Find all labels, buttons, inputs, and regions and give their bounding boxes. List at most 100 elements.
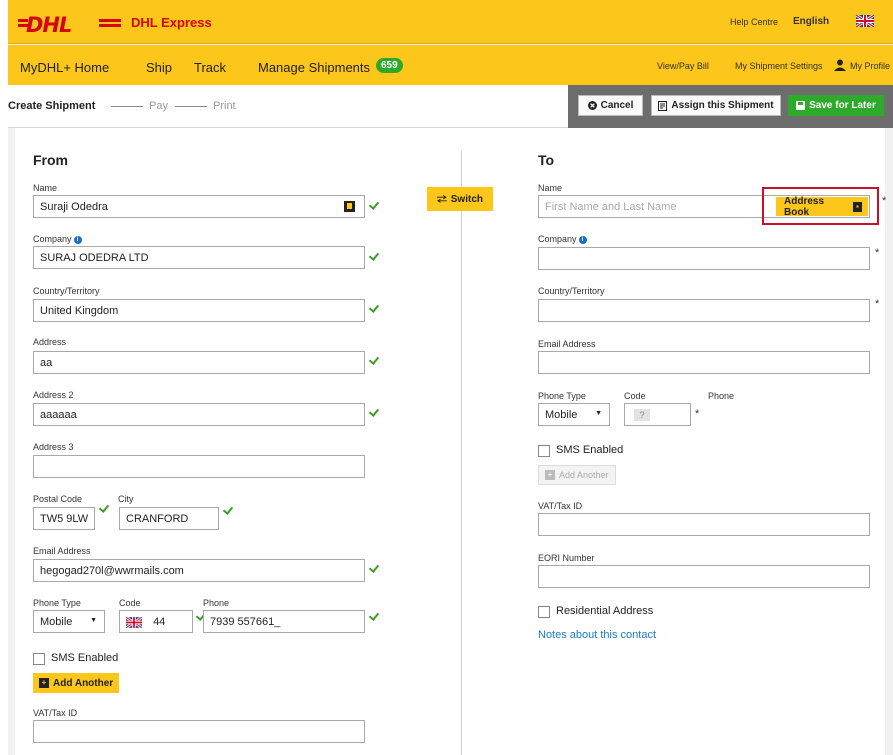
from-phone-input[interactable]: 7939 557661_ xyxy=(203,610,365,633)
help-centre-link[interactable]: Help Centre xyxy=(730,17,778,27)
from-postal-input[interactable]: TW5 9LW xyxy=(33,507,95,530)
to-email-input[interactable] xyxy=(538,351,870,374)
contact-card-icon[interactable] xyxy=(344,201,355,212)
to-sms-label: SMS Enabled xyxy=(556,444,624,456)
required-mark: * xyxy=(875,247,880,259)
uk-flag-icon xyxy=(125,615,143,629)
shipments-count-badge: 659 xyxy=(376,58,403,73)
from-address3-label: Address 3 xyxy=(33,442,74,452)
to-company-input[interactable] xyxy=(538,247,870,270)
from-city-input[interactable]: CRANFORD xyxy=(119,507,219,530)
from-code-label: Code xyxy=(119,598,141,608)
nav-track[interactable]: Track xyxy=(194,60,226,75)
from-name-input[interactable]: Suraji Odedra xyxy=(33,195,365,218)
to-add-another-button[interactable]: + Add Another xyxy=(538,465,616,485)
to-code-label: Code xyxy=(624,391,646,401)
nav-mydhl-home[interactable]: MyDHL+ Home xyxy=(20,60,109,75)
logo-stripe xyxy=(99,19,121,22)
info-icon: i xyxy=(578,235,587,244)
from-code-input[interactable]: 44 xyxy=(119,610,193,633)
save-icon xyxy=(796,101,806,110)
to-eori-label: EORI Number xyxy=(538,553,595,563)
step-connector xyxy=(175,106,207,107)
required-mark: * xyxy=(875,298,880,310)
from-add-another-button[interactable]: + Add Another xyxy=(33,673,120,693)
from-address3-input[interactable] xyxy=(33,455,365,478)
valid-check-icon xyxy=(369,408,379,416)
dropdown-caret-icon: ▼ xyxy=(595,410,602,417)
to-phone-type-select[interactable]: Mobile ▼ xyxy=(538,403,610,426)
valid-check-icon xyxy=(369,252,379,260)
from-vat-label: VAT/Tax ID xyxy=(33,708,78,718)
plus-icon: + xyxy=(39,678,49,688)
brand-name: DHL Express xyxy=(131,15,212,30)
residential-address-label: Residential Address xyxy=(556,605,654,617)
from-address-label: Address xyxy=(33,337,67,347)
logo-stripe xyxy=(99,24,121,27)
dhl-logo[interactable]: DHL xyxy=(26,13,72,37)
required-mark: * xyxy=(695,408,700,420)
from-code-value: 44 xyxy=(153,616,166,628)
to-vat-input[interactable] xyxy=(538,513,870,536)
to-title: To xyxy=(538,152,555,168)
assign-label: Assign this Shipment xyxy=(671,100,774,111)
from-phone-label: Phone xyxy=(203,598,230,608)
from-phone-type-select[interactable]: Mobile ▼ xyxy=(33,610,105,633)
step-print: Print xyxy=(213,100,236,112)
residential-address-checkbox[interactable] xyxy=(538,606,550,618)
profile-icon xyxy=(834,59,846,71)
valid-check-icon xyxy=(223,506,233,514)
address-book-highlight xyxy=(762,187,879,225)
dropdown-caret-icon: ▼ xyxy=(90,617,97,624)
from-address2-label: Address 2 xyxy=(33,390,74,400)
valid-check-icon xyxy=(369,304,379,312)
from-city-label: City xyxy=(118,494,134,504)
nav-ship[interactable]: Ship xyxy=(146,60,172,75)
from-email-input[interactable]: hegogad270l@wwrmails.com xyxy=(33,559,365,582)
to-sms-checkbox[interactable] xyxy=(538,445,550,457)
from-address2-input[interactable]: aaaaaa xyxy=(33,403,365,426)
notes-about-contact-link[interactable]: Notes about this contact xyxy=(538,629,656,641)
from-country-label: Country/Territory xyxy=(33,286,100,296)
from-sms-checkbox[interactable] xyxy=(33,653,45,665)
switch-button[interactable]: Switch xyxy=(427,187,493,211)
from-company-label: Company i xyxy=(33,234,82,244)
to-eori-input[interactable] xyxy=(538,565,870,588)
unknown-flag-icon: ? xyxy=(634,409,650,421)
top-bar: DHL DHL Express Help Centre English xyxy=(8,0,893,44)
to-code-input[interactable]: ? xyxy=(624,403,691,426)
from-address-input[interactable]: aa xyxy=(33,351,365,374)
to-country-input[interactable] xyxy=(538,299,870,322)
required-mark: * xyxy=(882,195,887,207)
valid-check-icon xyxy=(369,612,379,620)
info-icon: i xyxy=(73,235,82,244)
nav-manage-shipments[interactable]: Manage Shipments xyxy=(258,60,370,75)
nav-view-pay-bill[interactable]: View/Pay Bill xyxy=(657,61,709,71)
nav-shipment-settings[interactable]: My Shipment Settings xyxy=(735,61,823,71)
from-title: From xyxy=(33,152,68,168)
to-country-label: Country/Territory xyxy=(538,286,605,296)
assign-icon xyxy=(658,100,668,111)
from-vat-input[interactable] xyxy=(33,720,365,743)
to-phone-label: Phone xyxy=(708,391,735,401)
step-create-shipment: Create Shipment xyxy=(8,100,96,112)
valid-check-icon xyxy=(99,504,109,512)
to-phone-type-label: Phone Type xyxy=(538,391,586,401)
from-sms-label: SMS Enabled xyxy=(51,652,119,664)
nav-my-profile[interactable]: My Profile xyxy=(850,61,890,71)
step-connector xyxy=(111,106,143,107)
from-phone-type-label: Phone Type xyxy=(33,598,81,608)
from-country-input[interactable]: United Kingdom xyxy=(33,299,365,322)
uk-flag-icon[interactable] xyxy=(856,15,874,27)
language-selector[interactable]: English xyxy=(793,16,829,27)
to-vat-label: VAT/Tax ID xyxy=(538,501,583,511)
cancel-button[interactable]: Cancel xyxy=(578,95,643,116)
to-email-label: Email Address xyxy=(538,339,596,349)
save-for-later-button[interactable]: Save for Later xyxy=(788,95,884,116)
plus-icon: + xyxy=(545,470,555,480)
cancel-label: Cancel xyxy=(600,100,634,111)
column-divider xyxy=(461,151,462,755)
from-company-input[interactable]: SURAJ ODEDRA LTD xyxy=(33,246,365,269)
shipment-form: From Name Suraji Odedra Company i SURAJ O… xyxy=(15,128,887,755)
assign-shipment-button[interactable]: Assign this Shipment xyxy=(651,95,781,116)
